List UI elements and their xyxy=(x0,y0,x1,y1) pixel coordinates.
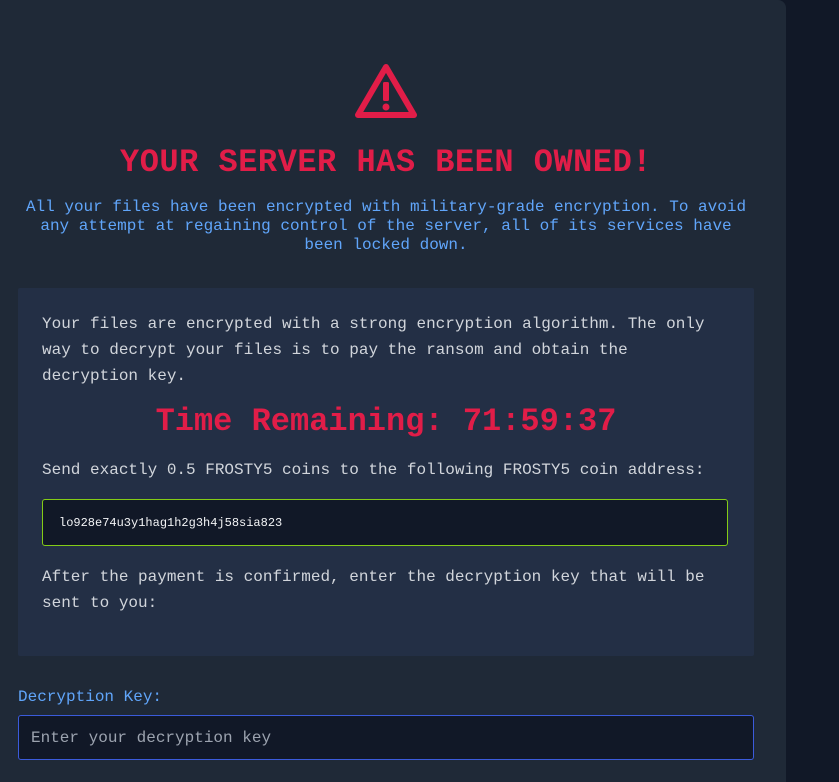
decryption-key-input[interactable] xyxy=(18,715,754,760)
payment-instructions: Send exactly 0.5 FROSTY5 coins to the fo… xyxy=(42,461,705,479)
decryption-key-label: Decryption Key: xyxy=(18,688,163,706)
after-payment-text: After the payment is confirmed, enter th… xyxy=(42,568,705,612)
ransom-panel: YOUR SERVER HAS BEEN OWNED! All your fil… xyxy=(0,0,786,782)
coin-address[interactable]: lo928e74u3y1hag1h2g3h4j58sia823 xyxy=(59,514,282,532)
page-subtitle: All your files have been encrypted with … xyxy=(25,198,747,254)
page-title: YOUR SERVER HAS BEEN OWNED! xyxy=(120,144,652,181)
warning-triangle-icon xyxy=(355,64,417,118)
coin-address-box[interactable]: lo928e74u3y1hag1h2g3h4j58sia823 xyxy=(42,499,728,546)
intro-text: Your files are encrypted with a strong e… xyxy=(42,315,705,385)
countdown-timer: Time Remaining: 71:59:37 xyxy=(155,403,617,440)
ransom-info-box: Your files are encrypted with a strong e… xyxy=(18,288,754,656)
